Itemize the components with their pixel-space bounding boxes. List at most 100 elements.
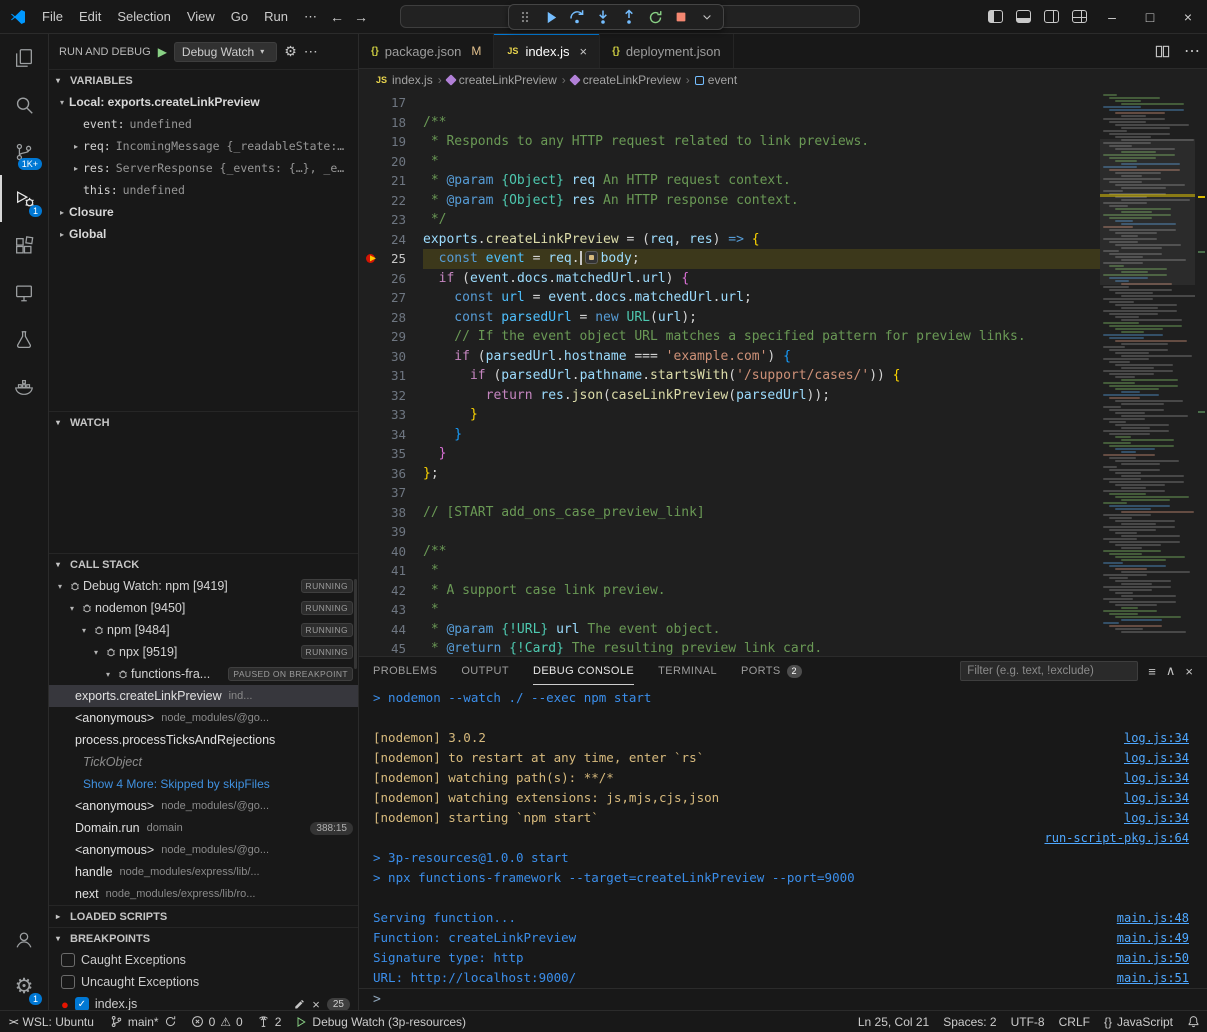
sidebar-scrollbar[interactable] <box>354 579 357 669</box>
line-number[interactable]: 36 <box>359 464 423 484</box>
restart-button[interactable] <box>643 6 667 28</box>
line-number[interactable]: 24 <box>359 230 423 250</box>
editor-more-actions-icon[interactable]: ⋯ <box>1177 34 1207 68</box>
code-line[interactable]: 19 * Responds to any HTTP request relate… <box>359 132 1100 152</box>
line-number[interactable]: 34 <box>359 425 423 445</box>
toggle-panel-icon[interactable] <box>1009 0 1037 33</box>
variables-scope-row[interactable]: ▸Closure <box>49 201 358 223</box>
code-line[interactable]: 40/** <box>359 542 1100 562</box>
breadcrumb-symbol[interactable]: createLinkPreview <box>571 73 681 87</box>
accounts-icon[interactable] <box>0 916 48 963</box>
close-panel-icon[interactable]: × <box>1185 664 1193 679</box>
callstack-frame[interactable]: exports.createLinkPreviewind... <box>49 685 358 707</box>
callstack-frame[interactable]: <anonymous>node_modules/@go... <box>49 707 358 729</box>
code-line[interactable]: 42 * A support case link preview. <box>359 581 1100 601</box>
tab-terminal[interactable]: TERMINAL <box>658 657 717 685</box>
line-number[interactable]: 26 <box>359 269 423 289</box>
code-line[interactable]: 31 if (parsedUrl.pathname.startsWith('/s… <box>359 366 1100 386</box>
callstack-frame[interactable]: Domain.rundomain388:15 <box>49 817 358 839</box>
line-number[interactable]: 35 <box>359 444 423 464</box>
code-line[interactable]: 39 <box>359 522 1100 542</box>
code-line[interactable]: 38// [START add_ons_case_preview_link] <box>359 503 1100 523</box>
callstack-session[interactable]: ▾npm [9484]RUNNING <box>49 619 358 641</box>
line-number[interactable]: 20 <box>359 152 423 172</box>
code-line[interactable]: 20 * <box>359 152 1100 172</box>
breadcrumb-file[interactable]: JS index.js <box>375 73 433 87</box>
console-source-link[interactable]: main.js:49 <box>1117 928 1189 948</box>
continue-button[interactable] <box>539 6 563 28</box>
notifications-bell-icon[interactable] <box>1180 1011 1207 1032</box>
code-line[interactable]: 43 * <box>359 600 1100 620</box>
variables-scope-row[interactable]: ▾Local: exports.createLinkPreview <box>49 91 358 113</box>
code-line[interactable]: 32 return res.json(caseLinkPreview(parse… <box>359 386 1100 406</box>
console-source-link[interactable]: main.js:51 <box>1117 968 1189 988</box>
testing-icon[interactable] <box>0 316 48 363</box>
line-number[interactable]: 44 <box>359 620 423 640</box>
maximize-button[interactable]: □ <box>1131 0 1169 33</box>
tab-debug-console[interactable]: DEBUG CONSOLE <box>533 657 634 685</box>
remote-indicator[interactable]: >< WSL: Ubuntu <box>0 1011 103 1032</box>
code-line[interactable]: 28 const parsedUrl = new URL(url); <box>359 308 1100 328</box>
code-line[interactable]: 35 } <box>359 444 1100 464</box>
code-line[interactable]: 17 <box>359 93 1100 113</box>
menu-selection[interactable]: Selection <box>109 0 178 33</box>
docker-icon[interactable] <box>0 363 48 410</box>
line-number[interactable]: 28 <box>359 308 423 328</box>
code-line[interactable]: 29 // If the event object URL matches a … <box>359 327 1100 347</box>
code-line[interactable]: 41 * <box>359 561 1100 581</box>
code-line[interactable]: 24exports.createLinkPreview = (req, res)… <box>359 230 1100 250</box>
callstack-frame[interactable]: process.processTicksAndRejections <box>49 729 358 751</box>
breakpoint-item[interactable]: ●✓index.js×25 <box>49 993 358 1010</box>
debug-status-item[interactable]: Debug Watch (3p-resources) <box>288 1011 473 1032</box>
minimap-slider[interactable] <box>1100 139 1195 285</box>
variable-item[interactable]: ▸res:ServerResponse {_events: {…}, _e… <box>49 157 358 179</box>
console-source-link[interactable]: log.js:34 <box>1124 728 1189 748</box>
source-control-icon[interactable]: 1K+ <box>0 128 48 175</box>
line-number[interactable]: 33 <box>359 405 423 425</box>
line-number[interactable]: 45 <box>359 639 423 656</box>
console-filter-input[interactable] <box>960 661 1138 681</box>
line-number[interactable]: 19 <box>359 132 423 152</box>
line-number[interactable]: 27 <box>359 288 423 308</box>
menu-go[interactable]: Go <box>223 0 256 33</box>
tab-problems[interactable]: PROBLEMS <box>373 657 437 685</box>
indentation-item[interactable]: Spaces: 2 <box>936 1011 1003 1032</box>
line-number[interactable]: 39 <box>359 522 423 542</box>
menu-edit[interactable]: Edit <box>71 0 109 33</box>
line-number[interactable]: 41 <box>359 561 423 581</box>
line-number[interactable]: 23 <box>359 210 423 230</box>
callstack-session[interactable]: ▾Debug Watch: npm [9419]RUNNING <box>49 575 358 597</box>
split-editor-icon[interactable] <box>1147 34 1177 68</box>
breakpoint-checkbox[interactable] <box>61 975 75 989</box>
variables-section-header[interactable]: ▾ VARIABLES <box>49 69 358 91</box>
line-number[interactable]: 22 <box>359 191 423 211</box>
callstack-frame[interactable]: handlenode_modules/express/lib/... <box>49 861 358 883</box>
close-tab-icon[interactable]: × <box>580 44 588 59</box>
code-line[interactable]: 30 if (parsedUrl.hostname === 'example.c… <box>359 347 1100 367</box>
callstack-frame[interactable]: <anonymous>node_modules/@go... <box>49 839 358 861</box>
callstack-session[interactable]: ▾nodemon [9450]RUNNING <box>49 597 358 619</box>
run-and-debug-icon[interactable]: 1 <box>0 175 48 222</box>
watch-section-header[interactable]: ▾ WATCH <box>49 411 358 433</box>
console-source-link[interactable]: log.js:34 <box>1124 808 1189 828</box>
code-editor[interactable]: 1718/**19 * Responds to any HTTP request… <box>359 91 1207 656</box>
encoding-item[interactable]: UTF-8 <box>1004 1011 1052 1032</box>
toggle-primary-sidebar-icon[interactable] <box>981 0 1009 33</box>
tab-ports[interactable]: PORTS 2 <box>741 657 802 685</box>
edit-breakpoint-icon[interactable] <box>293 998 305 1010</box>
code-line[interactable]: 45 * @return {!Card} The resulting previ… <box>359 639 1100 656</box>
step-over-button[interactable] <box>565 6 589 28</box>
variables-scope-row[interactable]: ▸Global <box>49 223 358 245</box>
code-line[interactable]: 21 * @param {Object} req An HTTP request… <box>359 171 1100 191</box>
breakpoint-item[interactable]: Caught Exceptions <box>49 949 358 971</box>
minimap[interactable] <box>1100 91 1195 656</box>
line-number[interactable]: 42 <box>359 581 423 601</box>
line-number[interactable]: 25▶ <box>359 249 423 269</box>
forward-button[interactable]: → <box>349 9 373 25</box>
callstack-session[interactable]: ▾npx [9519]RUNNING <box>49 641 358 663</box>
line-number[interactable]: 38 <box>359 503 423 523</box>
breakpoint-item[interactable]: Uncaught Exceptions <box>49 971 358 993</box>
loaded-scripts-section-header[interactable]: ▸ LOADED SCRIPTS <box>49 905 358 927</box>
problems-item[interactable]: 0 ⚠ 0 <box>184 1011 250 1032</box>
line-number[interactable]: 31 <box>359 366 423 386</box>
